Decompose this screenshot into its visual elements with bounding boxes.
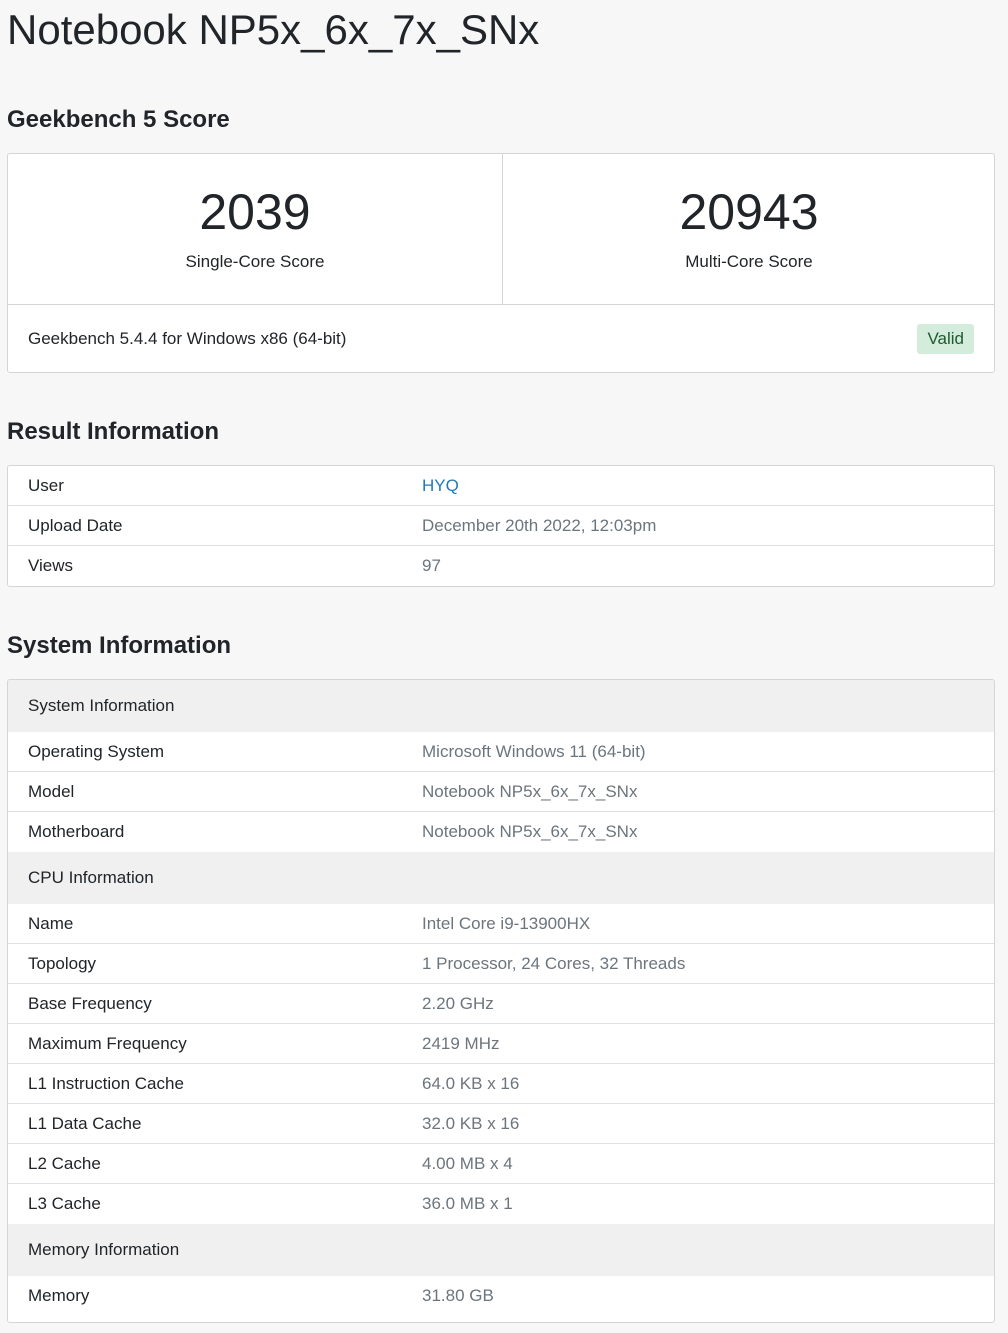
user-link[interactable]: HYQ bbox=[422, 475, 459, 497]
row-key: Operating System bbox=[28, 742, 165, 761]
row-key: Topology bbox=[28, 954, 97, 973]
row-key: L1 Data Cache bbox=[28, 1114, 142, 1133]
row-value: 4.00 MB x 4 bbox=[422, 1154, 513, 1173]
row-value: 64.0 KB x 16 bbox=[422, 1074, 520, 1093]
row-value: Microsoft Windows 11 (64-bit) bbox=[422, 742, 646, 761]
result-heading: Result Information bbox=[7, 418, 220, 445]
row-key: Name bbox=[28, 914, 74, 933]
row-key: Views bbox=[28, 556, 74, 575]
table-row: Motherboard Notebook NP5x_6x_7x_SNx bbox=[8, 812, 994, 852]
row-key: L1 Instruction Cache bbox=[28, 1074, 184, 1093]
table-row: Name Intel Core i9-13900HX bbox=[8, 904, 994, 944]
table-row: L1 Data Cache 32.0 KB x 16 bbox=[8, 1104, 994, 1144]
row-value: 31.80 GB bbox=[422, 1286, 494, 1305]
table-row: Operating System Microsoft Windows 11 (6… bbox=[8, 732, 994, 772]
row-value: 32.0 KB x 16 bbox=[422, 1114, 520, 1133]
row-value: 2.20 GHz bbox=[422, 994, 494, 1013]
row-value: 36.0 MB x 1 bbox=[422, 1194, 513, 1213]
multi-core-cell: 20943 Multi-Core Score bbox=[502, 154, 996, 304]
geekbench-version: Geekbench 5.4.4 for Windows x86 (64-bit) bbox=[28, 329, 347, 348]
row-value: 97 bbox=[422, 556, 441, 575]
status-badge: Valid bbox=[917, 324, 974, 354]
row-key: Model bbox=[28, 782, 75, 801]
system-heading: System Information bbox=[7, 632, 232, 659]
group-header: System Information bbox=[8, 680, 994, 732]
table-row: L3 Cache 36.0 MB x 1 bbox=[8, 1184, 994, 1224]
row-value: 2419 MHz bbox=[422, 1034, 500, 1053]
row-key: L2 Cache bbox=[28, 1154, 101, 1173]
table-row: L1 Instruction Cache 64.0 KB x 16 bbox=[8, 1064, 994, 1104]
row-value: December 20th 2022, 12:03pm bbox=[422, 516, 657, 535]
multi-core-label: Multi-Core Score bbox=[685, 252, 813, 271]
row-key: Base Frequency bbox=[28, 994, 152, 1013]
score-heading: Geekbench 5 Score bbox=[7, 106, 230, 133]
multi-core-score: 20943 bbox=[679, 184, 819, 240]
table-row: Memory 31.80 GB bbox=[8, 1276, 994, 1316]
row-key: Upload Date bbox=[28, 516, 123, 535]
benchmark-result-page: Notebook NP5x_6x_7x_SNx Geekbench 5 Scor… bbox=[0, 0, 1008, 1333]
table-row: L2 Cache 4.00 MB x 4 bbox=[8, 1144, 994, 1184]
row-value: 1 Processor, 24 Cores, 32 Threads bbox=[422, 954, 686, 973]
row-key: Motherboard bbox=[28, 822, 125, 841]
row-value: Notebook NP5x_6x_7x_SNx bbox=[422, 822, 638, 841]
table-row: Model Notebook NP5x_6x_7x_SNx bbox=[8, 772, 994, 812]
group-title: Memory Information bbox=[28, 1240, 180, 1259]
result-info-table: User HYQ Upload Date December 20th 2022,… bbox=[7, 465, 995, 587]
single-core-score: 2039 bbox=[199, 184, 311, 240]
system-info-table: System Information Operating System Micr… bbox=[7, 679, 995, 1323]
table-row: User HYQ bbox=[8, 466, 994, 506]
group-header: CPU Information bbox=[8, 852, 994, 904]
table-row: Upload Date December 20th 2022, 12:03pm bbox=[8, 506, 994, 546]
row-key: User bbox=[28, 476, 64, 495]
table-row: Maximum Frequency 2419 MHz bbox=[8, 1024, 994, 1064]
single-core-label: Single-Core Score bbox=[185, 252, 325, 271]
row-value: Intel Core i9-13900HX bbox=[422, 914, 591, 933]
page-title: Notebook NP5x_6x_7x_SNx bbox=[7, 6, 540, 53]
group-title: CPU Information bbox=[28, 868, 154, 887]
table-row: Views 97 bbox=[8, 546, 994, 586]
score-card: 2039 Single-Core Score 20943 Multi-Core … bbox=[7, 153, 995, 373]
row-key: L3 Cache bbox=[28, 1194, 101, 1213]
row-value: Notebook NP5x_6x_7x_SNx bbox=[422, 782, 638, 801]
table-row: Base Frequency 2.20 GHz bbox=[8, 984, 994, 1024]
row-key: Maximum Frequency bbox=[28, 1034, 187, 1053]
row-key: Memory bbox=[28, 1286, 90, 1305]
score-footer: Geekbench 5.4.4 for Windows x86 (64-bit)… bbox=[8, 304, 994, 373]
table-row: Topology 1 Processor, 24 Cores, 32 Threa… bbox=[8, 944, 994, 984]
single-core-cell: 2039 Single-Core Score bbox=[8, 154, 503, 304]
group-title: System Information bbox=[28, 696, 175, 715]
group-header: Memory Information bbox=[8, 1224, 994, 1276]
